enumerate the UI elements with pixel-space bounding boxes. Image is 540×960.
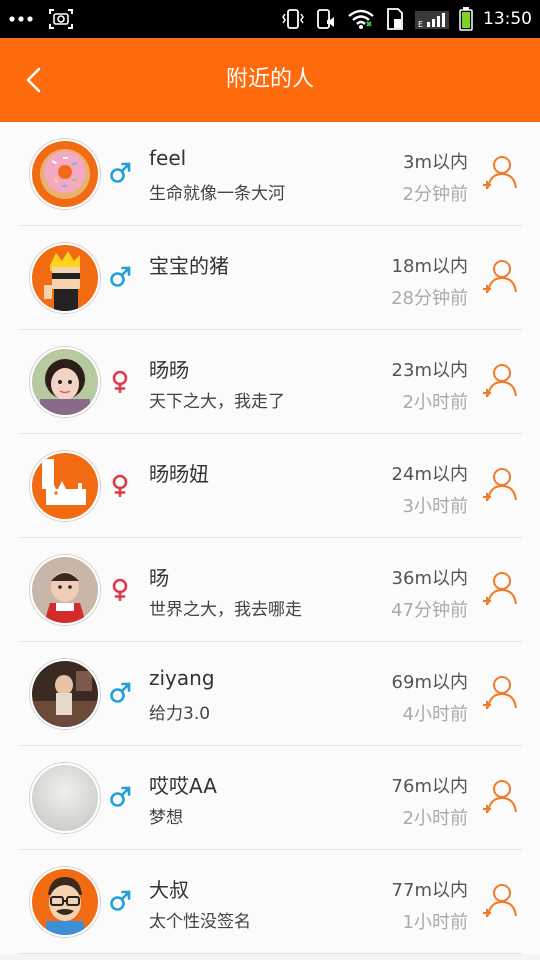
user-name: 旸 [149,566,169,590]
user-distance: 76m以内 [391,776,468,797]
status-time: 13:50 [483,9,532,29]
user-distance: 77m以内 [391,880,468,901]
user-distance: 69m以内 [391,672,468,693]
list-item[interactable]: feel 生命就像一条大河 3m以内 2分钟前 [0,122,540,226]
add-friend-icon[interactable] [482,570,518,608]
user-name: ziyang [149,666,215,690]
user-signature: 梦想 [149,808,183,828]
user-signature: 给力3.0 [149,704,211,724]
female-icon [108,369,132,394]
vibrate-icon [281,8,305,30]
user-last-active: 2分钟前 [402,184,468,205]
list-item[interactable]: 旸旸天下之大，我走了 23m以内 2小时前 [0,330,540,434]
user-name: 旸旸妞 [149,462,209,486]
child-photo-avatar[interactable] [30,659,100,729]
user-last-active: 28分钟前 [391,288,468,309]
list-item[interactable]: 大叔太个性没签名 77m以内 1小时前 [0,850,540,954]
user-last-active: 2小时前 [402,392,468,413]
female-icon [108,473,132,498]
user-distance: 36m以内 [391,568,468,589]
screenshot-icon [48,8,74,30]
user-name: feel [149,146,187,170]
user-last-active: 3小时前 [402,496,468,517]
status-bar: E 13:50 [0,0,540,38]
add-friend-icon[interactable] [482,362,518,400]
add-friend-icon[interactable] [482,258,518,296]
add-friend-icon[interactable] [482,882,518,920]
gray-avatar[interactable] [30,763,100,833]
page-title: 附近的人 [225,67,314,92]
add-friend-icon[interactable] [482,154,518,192]
male-icon [108,785,132,809]
signal-icon: E [415,8,449,30]
add-friend-icon[interactable] [482,466,518,504]
user-name: 宝宝的猪 [149,254,229,278]
female-icon [108,577,132,602]
male-icon [108,681,132,705]
user-name: 大叔 [149,878,189,902]
back-button[interactable] [14,58,54,102]
list-item[interactable]: 哎哎AA 梦想 76m以内 2小时前 [0,746,540,850]
user-signature: 太个性没签名 [149,912,251,932]
user-last-active: 4小时前 [402,704,468,725]
baby-photo-avatar[interactable] [30,555,100,625]
list-item[interactable]: ziyang 给力3.0 69m以内 4小时前 [0,642,540,746]
user-last-active: 2小时前 [402,808,468,829]
chevron-left-icon [26,67,41,93]
male-icon [108,889,132,913]
male-icon [108,161,132,185]
uncle-cartoon-avatar[interactable] [30,867,100,937]
user-name: 哎哎AA [149,774,217,798]
girl-photo-avatar[interactable] [30,347,100,417]
user-signature: 世界之大，我去哪走 [149,600,302,620]
male-icon [108,265,132,289]
battery-icon [459,7,473,31]
user-distance: 18m以内 [391,256,468,277]
add-friend-icon[interactable] [482,778,518,816]
list-item[interactable]: 宝宝的猪 18m以内 28分钟前 [0,226,540,330]
user-signature: 生命就像一条大河 [149,184,285,204]
sim-icon [385,7,405,31]
more-dots-icon [8,15,34,23]
user-distance: 24m以内 [391,464,468,485]
signal-label: E [418,20,423,29]
donut-avatar[interactable] [30,139,100,209]
user-distance: 23m以内 [391,360,468,381]
user-last-active: 47分钟前 [391,600,468,621]
user-signature: 天下之大，我走了 [149,392,285,412]
title-bar: 附近的人 [0,38,540,122]
cartoon-boy-avatar[interactable] [30,243,100,313]
user-distance: 3m以内 [403,152,468,173]
cat-avatar[interactable] [30,451,100,521]
user-name: 旸旸 [149,358,189,382]
user-last-active: 1小时前 [402,912,468,933]
list-item[interactable]: 旸旸妞 24m以内 3小时前 [0,434,540,538]
nearby-list: feel 生命就像一条大河 3m以内 2分钟前宝宝的猪 18m以内 28分钟前旸旸天下之大… [0,122,540,954]
add-friend-icon[interactable] [482,674,518,712]
wifi-icon [347,8,375,30]
silent-icon [315,8,337,30]
list-item[interactable]: 旸世界之大，我去哪走 36m以内 47分钟前 [0,538,540,642]
